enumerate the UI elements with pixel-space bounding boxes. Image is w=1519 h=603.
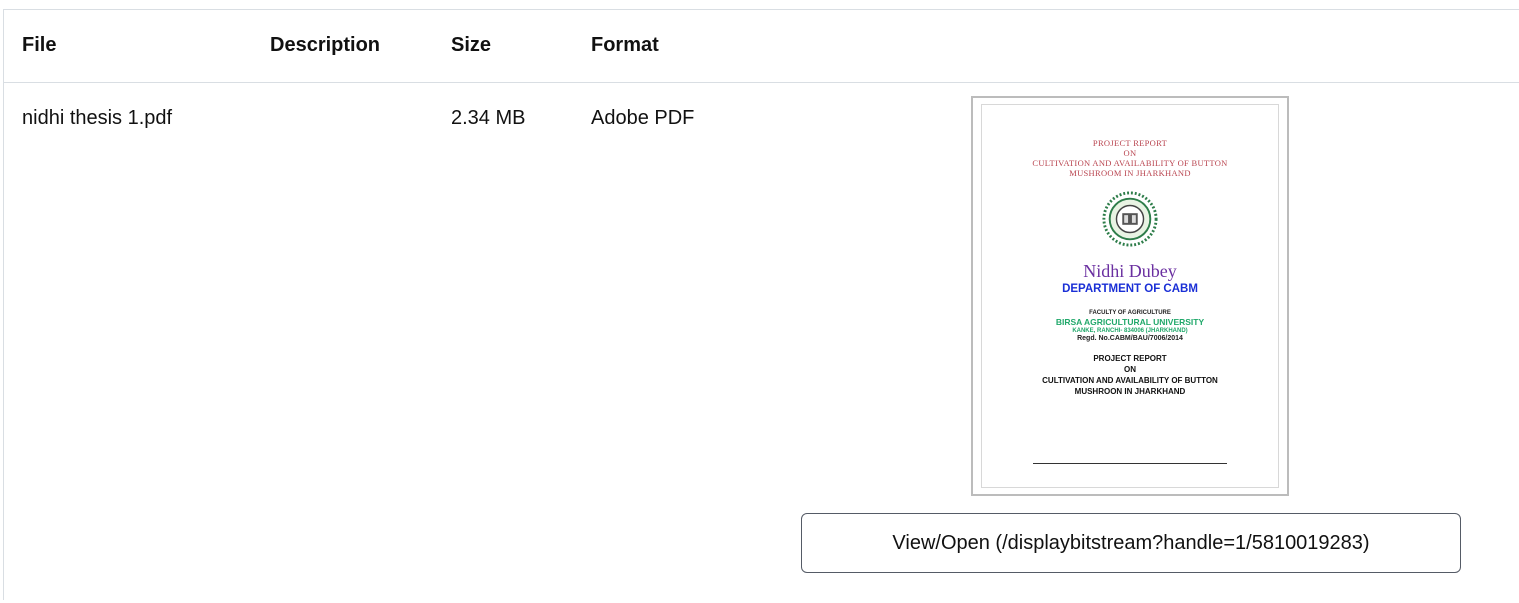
header-format: Format [591,34,659,56]
file-size-cell: 2.34 MB [451,107,526,129]
header-size: Size [451,34,492,56]
table-header-row: File Description Size Format [4,10,1519,83]
header-file: File [22,34,57,56]
header-description: Description [270,34,381,56]
file-format-cell: Adobe PDF [591,107,695,129]
view-open-button[interactable]: View/Open (/displaybitstream?handle=1/58… [801,513,1461,573]
pdf-thumbnail[interactable]: PROJECT REPORT ON CULTIVATION AND AVAILA… [971,96,1289,496]
file-name-cell: nidhi thesis 1.pdf [22,107,173,129]
thumb-divider [1033,463,1227,464]
table-row: nidhi thesis 1.pdf 2.34 MB Adobe PDF PRO… [4,83,1519,603]
files-table: File Description Size Format nidhi thesi… [3,9,1519,600]
thumbnail-page-border [981,104,1279,488]
